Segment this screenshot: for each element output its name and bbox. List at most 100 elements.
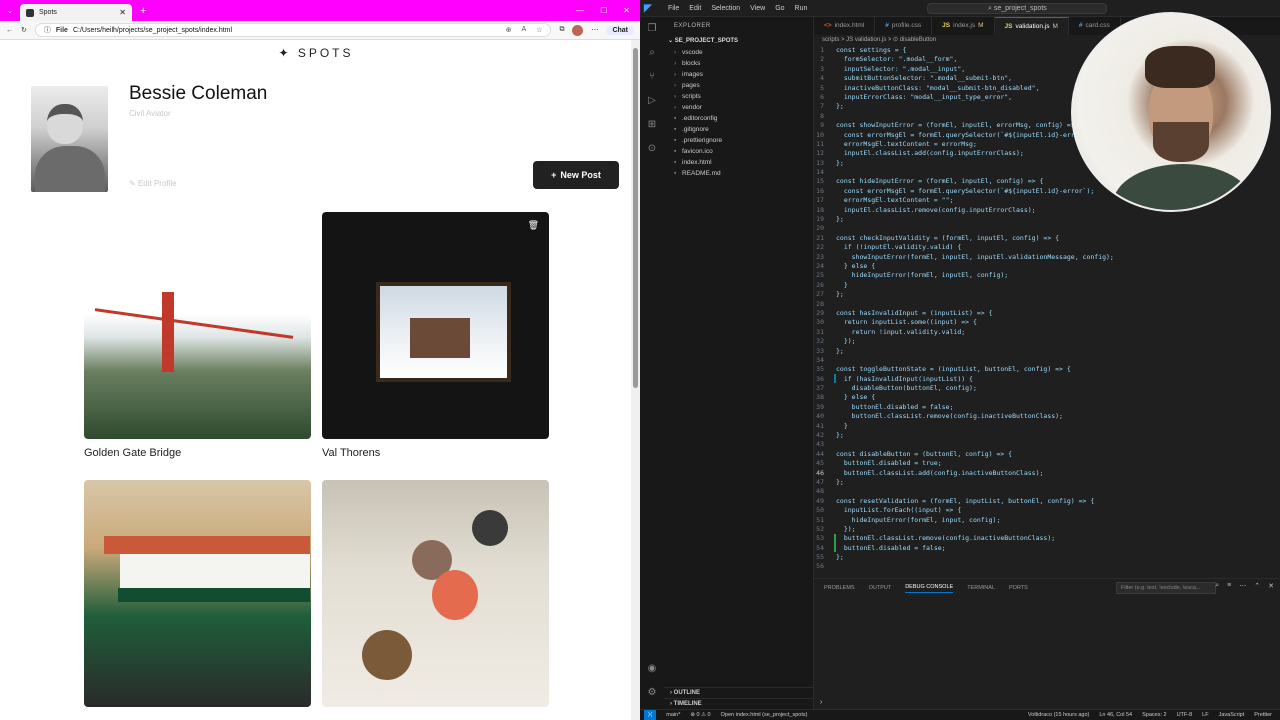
- collections-icon[interactable]: ⧉: [559, 26, 564, 34]
- edit-profile-button[interactable]: ✎ Edit Profile: [129, 179, 177, 188]
- panel-filter-input[interactable]: Filter (e.g. text, !exclude, \esca...: [1116, 582, 1216, 594]
- code-line[interactable]: 51 hideInputError(formEl, input, config)…: [814, 516, 1280, 525]
- tree-file[interactable]: ▪ .prettierignore: [664, 135, 813, 146]
- code-line[interactable]: 23 showInputError(formEl, inputEl, input…: [814, 253, 1280, 262]
- close-tab-icon[interactable]: ✕: [119, 8, 126, 17]
- panel-tab[interactable]: PROBLEMS: [824, 585, 855, 591]
- console-prompt-icon[interactable]: ›: [820, 699, 822, 706]
- source-control-icon[interactable]: ⑂: [640, 65, 664, 89]
- tab-actions-icon[interactable]: ⌄: [0, 6, 20, 15]
- scrollbar-thumb[interactable]: [633, 48, 638, 388]
- encoding[interactable]: UTF-8: [1177, 712, 1193, 718]
- language-mode[interactable]: JavaScript: [1219, 712, 1245, 718]
- tree-folder[interactable]: › blocks: [664, 58, 813, 69]
- code-line[interactable]: 22 if (!inputEl.validity.valid) {: [814, 243, 1280, 252]
- remote-indicator-icon[interactable]: ⟩⟨: [644, 709, 657, 720]
- run-debug-icon[interactable]: ▷: [640, 89, 664, 113]
- code-line[interactable]: 34: [814, 356, 1280, 365]
- maximize-panel-icon[interactable]: ⌃: [1254, 582, 1260, 590]
- live-server[interactable]: Open index.html (se_project_spots): [721, 712, 808, 718]
- menu-go[interactable]: Go: [775, 5, 784, 12]
- code-line[interactable]: 47};: [814, 478, 1280, 487]
- minimize-icon[interactable]: —: [576, 6, 584, 15]
- editor-tab[interactable]: JS index.js M: [932, 17, 995, 35]
- tree-folder[interactable]: › scripts: [664, 91, 813, 102]
- formatter[interactable]: Prettier: [1254, 712, 1280, 718]
- card-image[interactable]: 🗑: [322, 212, 549, 439]
- tree-file[interactable]: ▪ .gitignore: [664, 124, 813, 135]
- project-root[interactable]: ⌄ SE_PROJECT_SPOTS: [664, 35, 813, 47]
- code-line[interactable]: 38 } else {: [814, 393, 1280, 402]
- profile-avatar-icon[interactable]: [572, 24, 584, 36]
- close-panel-icon[interactable]: ✕: [1268, 582, 1274, 590]
- code-line[interactable]: 37 disableButton(buttonEl, config);: [814, 384, 1280, 393]
- page-scrollbar[interactable]: [631, 40, 640, 720]
- code-line[interactable]: 46 buttonEl.classList.add(config.inactiv…: [814, 469, 1280, 478]
- code-line[interactable]: 31 return !input.validity.valid;: [814, 328, 1280, 337]
- git-blame[interactable]: Voltidraco (15 hours ago): [1028, 712, 1089, 718]
- editor-tab[interactable]: # profile.css: [875, 17, 933, 35]
- code-line[interactable]: 49 const resetValidation = (formEl, input…: [814, 497, 1280, 506]
- code-line[interactable]: 48: [814, 487, 1280, 496]
- card-image[interactable]: [322, 480, 549, 707]
- tree-file[interactable]: ▪ index.html: [664, 157, 813, 168]
- clear-icon[interactable]: ≡: [1227, 582, 1231, 590]
- code-line[interactable]: 21 const checkInputValidity = (formEl, in…: [814, 234, 1280, 243]
- panel-tab[interactable]: PORTS: [1009, 585, 1028, 591]
- code-line[interactable]: 50 inputList.forEach((input) => {: [814, 506, 1280, 515]
- account-icon[interactable]: ◉: [640, 657, 664, 681]
- code-line[interactable]: 40 buttonEl.classList.remove(config.inac…: [814, 412, 1280, 421]
- outline-section[interactable]: › OUTLINE: [664, 687, 814, 698]
- code-line[interactable]: 36 if (hasInvalidInput(inputList)) {: [814, 375, 1280, 384]
- menu-run[interactable]: Run: [795, 5, 808, 12]
- filter-icon[interactable]: ⌕: [1215, 582, 1219, 590]
- indentation[interactable]: Spaces: 2: [1142, 712, 1166, 718]
- refresh-icon[interactable]: ↻: [21, 26, 27, 34]
- git-branch[interactable]: main*: [666, 712, 680, 718]
- code-line[interactable]: 55};: [814, 553, 1280, 562]
- more-icon[interactable]: ⋯: [591, 26, 598, 34]
- copilot-chat-button[interactable]: Chat: [606, 25, 634, 35]
- search-icon[interactable]: ⌕: [640, 41, 664, 65]
- code-line[interactable]: 20: [814, 224, 1280, 233]
- back-icon[interactable]: ←: [6, 27, 13, 34]
- code-line[interactable]: 39 buttonEl.disabled = false;: [814, 403, 1280, 412]
- code-line[interactable]: 35 const toggleButtonState = (inputList, …: [814, 365, 1280, 374]
- card-image[interactable]: [84, 212, 311, 439]
- code-line[interactable]: 30 return inputList.some((input) => {: [814, 318, 1280, 327]
- panel-tab[interactable]: TERMINAL: [967, 585, 995, 591]
- command-center[interactable]: ⌕ se_project_spots: [927, 2, 1108, 14]
- code-line[interactable]: 45 buttonEl.disabled = true;: [814, 459, 1280, 468]
- tree-folder[interactable]: › pages: [664, 80, 813, 91]
- code-line[interactable]: 24 } else {: [814, 262, 1280, 271]
- code-line[interactable]: 54 buttonEl.disabled = false;: [814, 544, 1280, 553]
- new-tab-button[interactable]: +: [140, 5, 146, 17]
- code-line[interactable]: 27};: [814, 290, 1280, 299]
- code-line[interactable]: 44 const disableButton = (buttonEl, confi…: [814, 450, 1280, 459]
- menu-view[interactable]: View: [750, 5, 765, 12]
- code-line[interactable]: 41 }: [814, 422, 1280, 431]
- code-line[interactable]: 42};: [814, 431, 1280, 440]
- tree-file[interactable]: ▪ .editorconfig: [664, 113, 813, 124]
- eol[interactable]: LF: [1202, 712, 1208, 718]
- read-aloud-icon[interactable]: A: [521, 26, 526, 34]
- editor-tab[interactable]: <> index.html: [814, 17, 876, 35]
- menu-file[interactable]: File: [668, 5, 679, 12]
- code-line[interactable]: 33};: [814, 347, 1280, 356]
- cursor-position[interactable]: Ln 46, Col 54: [1099, 712, 1132, 718]
- code-line[interactable]: 25 hideInputError(formEl, inputEl, confi…: [814, 271, 1280, 280]
- more-actions-icon[interactable]: ⋯: [1239, 582, 1246, 590]
- problems-count[interactable]: ⊗ 0 ⚠ 0: [690, 712, 710, 718]
- panel-tab[interactable]: DEBUG CONSOLE: [905, 584, 954, 593]
- code-line[interactable]: 29 const hasInvalidInput = (inputList) =>…: [814, 309, 1280, 318]
- code-line[interactable]: 43: [814, 440, 1280, 449]
- tree-file[interactable]: ▪ README.md: [664, 168, 813, 179]
- code-line[interactable]: 26 }: [814, 281, 1280, 290]
- extensions-icon[interactable]: ⊞: [640, 113, 664, 137]
- code-line[interactable]: 19};: [814, 215, 1280, 224]
- code-line[interactable]: 52 });: [814, 525, 1280, 534]
- tree-folder[interactable]: › vendor: [664, 102, 813, 113]
- menu-edit[interactable]: Edit: [689, 5, 701, 12]
- new-post-button[interactable]: + New Post: [533, 161, 619, 189]
- remote-icon[interactable]: ⊙: [640, 137, 664, 161]
